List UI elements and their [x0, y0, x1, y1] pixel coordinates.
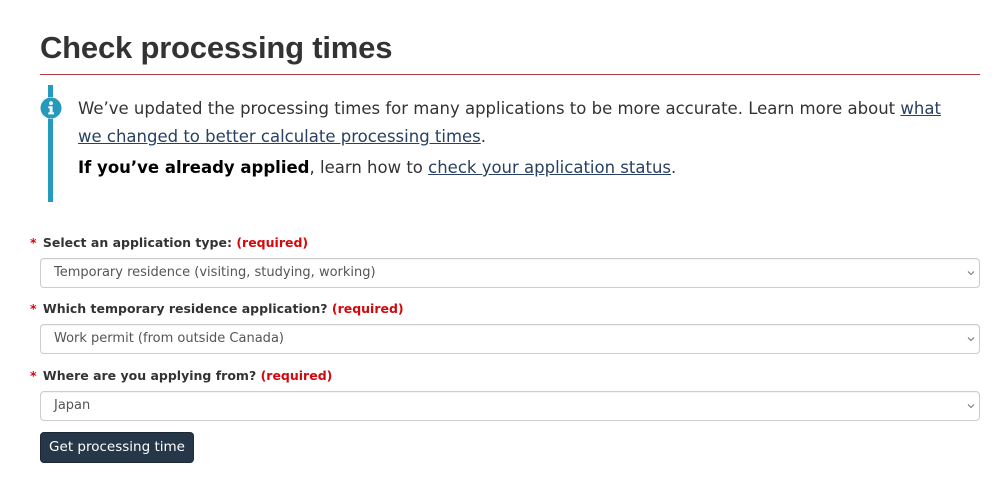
application-type-select[interactable]: Temporary residence (visiting, studying,… — [40, 258, 980, 288]
title-divider — [40, 74, 980, 75]
notice-applied-strong: If you’ve already applied — [78, 158, 310, 177]
check-status-link[interactable]: check your application status — [428, 158, 671, 177]
residence-application-field: * Which temporary residence application?… — [30, 300, 980, 354]
applying-from-field: * Where are you applying from? (required… — [30, 367, 980, 421]
page-title: Check processing times — [40, 30, 393, 65]
info-circle-icon — [40, 97, 62, 119]
application-type-label: * Select an application type: (required) — [30, 234, 980, 252]
application-type-field: * Select an application type: (required)… — [30, 234, 980, 288]
notice-paragraph-update: We’ve updated the processing times for m… — [78, 95, 958, 151]
info-notice: We’ve updated the processing times for m… — [40, 85, 978, 202]
applying-from-value: Japan — [54, 398, 91, 413]
notice-intro-text: We’ve updated the processing times for m… — [78, 99, 901, 118]
application-type-value: Temporary residence (visiting, studying,… — [54, 265, 376, 280]
residence-application-label-text: Which temporary residence application? — [42, 301, 328, 316]
residence-application-label: * Which temporary residence application?… — [30, 300, 980, 318]
required-marker: * — [30, 235, 37, 250]
required-marker: * — [30, 301, 37, 316]
chevron-down-icon — [967, 404, 975, 409]
required-indicator: (required) — [236, 235, 309, 250]
residence-application-value: Work permit (from outside Canada) — [54, 331, 284, 346]
notice-body: We’ve updated the processing times for m… — [78, 95, 958, 182]
chevron-down-icon — [967, 271, 975, 276]
get-processing-time-button[interactable]: Get processing time — [40, 432, 194, 463]
notice-intro-end: . — [480, 127, 487, 146]
required-indicator: (required) — [260, 368, 333, 383]
notice-applied-end: . — [671, 158, 677, 177]
notice-paragraph-applied: If you’ve already applied, learn how to … — [78, 154, 958, 182]
required-marker: * — [30, 368, 37, 383]
chevron-down-icon — [967, 337, 975, 342]
notice-applied-text: , learn how to — [309, 158, 429, 177]
application-type-label-text: Select an application type: — [42, 235, 232, 250]
page: Check processing times We’ve updated the… — [0, 0, 1000, 500]
required-indicator: (required) — [331, 301, 404, 316]
residence-application-select[interactable]: Work permit (from outside Canada) — [40, 324, 980, 354]
applying-from-select[interactable]: Japan — [40, 391, 980, 421]
applying-from-label: * Where are you applying from? (required… — [30, 367, 980, 385]
applying-from-label-text: Where are you applying from? — [42, 368, 257, 383]
